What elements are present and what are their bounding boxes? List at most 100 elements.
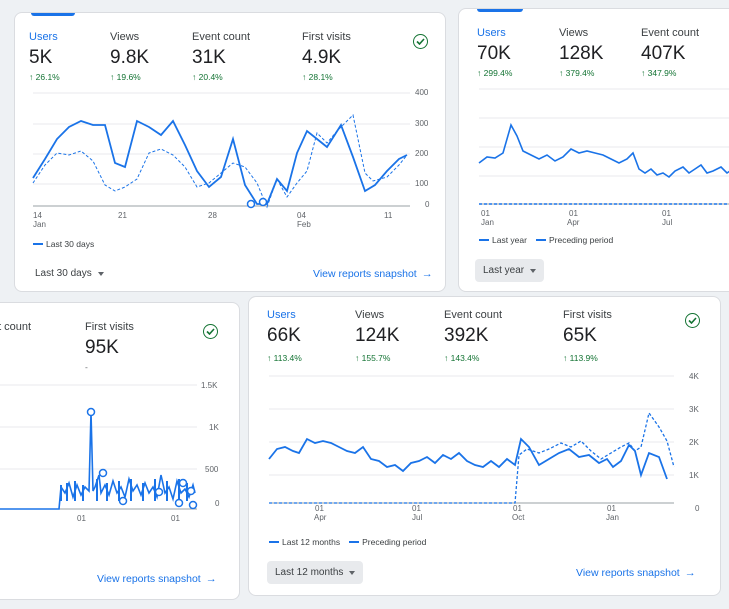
data-point-marker	[178, 478, 188, 488]
solid-line-swatch	[33, 243, 43, 245]
legend-item: Last 30 days	[33, 239, 94, 249]
metric-value: 66K	[267, 325, 301, 346]
metric-label: Event count	[641, 27, 700, 39]
metric-delta-value: 19.6%	[116, 72, 141, 82]
arrow-up-icon: ↑	[559, 68, 564, 78]
date-range-dropdown[interactable]: Last year	[475, 259, 545, 282]
y-tick-label: 1K	[689, 471, 699, 480]
metric-label: Users	[267, 309, 296, 321]
caret-down-icon	[97, 271, 104, 276]
x-tick-label: 01	[513, 504, 522, 513]
metric-label: First visits	[302, 31, 351, 43]
date-range-label: Last 30 days	[35, 268, 92, 279]
x-tick-label: Oct	[512, 513, 525, 522]
y-tick-label: 300	[415, 119, 429, 128]
card-overview-30-days: Users 5K ↑ 26.1% Views 9.8K ↑ 19.6% Even…	[14, 12, 446, 292]
data-point-marker	[174, 498, 184, 508]
y-tick-label: 0	[695, 504, 700, 513]
arrow-up-icon: ↑	[355, 353, 360, 363]
series-preceding-period	[269, 411, 675, 504]
check-circle-icon	[203, 324, 218, 339]
metric-value: 392K	[444, 325, 489, 346]
check-circle-icon	[685, 313, 700, 328]
x-tick-label: 21	[118, 211, 127, 220]
data-point-marker	[86, 407, 96, 417]
metric-delta: ↑ 113.4%	[267, 353, 302, 363]
metric-delta: ↑ 379.4%	[559, 68, 594, 78]
caret-down-icon	[349, 570, 356, 575]
data-point-marker	[118, 496, 128, 506]
data-point-marker	[258, 197, 268, 207]
card-overview-first-visits: Event count 0K First visits 95K - 1.5K 1…	[0, 302, 240, 600]
y-tick-label: 3K	[689, 405, 699, 414]
link-label: View reports snapshot	[313, 268, 417, 280]
x-tick-label: 01	[569, 209, 578, 218]
arrow-up-icon: ↑	[267, 353, 272, 363]
metric-delta: ↑ 347.9%	[641, 68, 676, 78]
arrow-up-icon: ↑	[302, 72, 307, 82]
metric-value: 4.9K	[302, 47, 342, 68]
metric-delta: ↑ 113.9%	[563, 353, 598, 363]
x-tick-label: 01	[171, 514, 180, 523]
y-tick-label: 2K	[689, 438, 699, 447]
metric-label: Views	[559, 27, 589, 39]
series-last-12-months	[268, 437, 668, 480]
metric-delta-value: 347.9%	[647, 68, 677, 78]
series-last-30-days	[32, 119, 408, 205]
date-range-dropdown[interactable]: Last 12 months	[267, 561, 364, 584]
link-label: View reports snapshot	[576, 567, 680, 579]
x-tick-label: 01	[315, 504, 324, 513]
view-reports-snapshot-link[interactable]: View reports snapshot →	[576, 567, 696, 579]
y-tick-label: 200	[415, 149, 429, 158]
data-point-marker	[246, 199, 256, 209]
legend: Last 12 months Preceding period	[269, 537, 426, 547]
view-reports-snapshot-link[interactable]: View reports snapshot →	[313, 268, 433, 280]
series-last-year	[478, 122, 729, 179]
y-tick-label: 0	[215, 499, 220, 508]
metric-label: Event count	[192, 31, 251, 43]
metric-delta-value: 299.4%	[483, 68, 513, 78]
legend: Last year Preceding period	[479, 235, 613, 245]
solid-line-swatch	[269, 541, 279, 543]
arrow-right-icon: →	[421, 268, 433, 280]
card-overview-last-year: Users 70K ↑ 299.4% Views 128K ↑ 379.4% E…	[458, 8, 729, 292]
legend-label: Preceding period	[362, 537, 427, 547]
x-tick-label: Jul	[662, 218, 672, 227]
metric-delta-value: 28.1%	[308, 72, 333, 82]
date-range-dropdown[interactable]: Last 30 days	[35, 268, 104, 279]
metric-value: 9.8K	[110, 47, 150, 68]
x-tick-label: 01	[77, 514, 86, 523]
metric-label: First visits	[85, 321, 134, 333]
arrow-up-icon: ↑	[641, 68, 646, 78]
trend-chart: 01 Jan 01 Apr 01 Jul	[478, 88, 729, 227]
metric-value: 124K	[355, 325, 400, 346]
arrow-right-icon: →	[205, 573, 217, 585]
legend-label: Last 12 months	[282, 537, 341, 547]
x-tick-label: 11	[384, 211, 393, 220]
y-tick-label: 100	[415, 179, 429, 188]
arrow-up-icon: ↑	[29, 72, 34, 82]
metric-delta-value: 113.4%	[273, 353, 302, 363]
x-tick-label: Jan	[606, 513, 619, 522]
chart-gridlines	[0, 384, 197, 470]
legend-label: Last 30 days	[46, 239, 95, 249]
metric-delta-value: 113.9%	[569, 353, 598, 363]
solid-line-swatch	[479, 239, 489, 241]
metric-value: 95K	[85, 337, 119, 358]
link-label: View reports snapshot	[97, 573, 201, 585]
x-tick-label: 01	[481, 209, 490, 218]
date-range-label: Last year	[483, 265, 525, 276]
view-reports-snapshot-link[interactable]: View reports snapshot →	[97, 573, 217, 585]
metric-value: 407K	[641, 43, 686, 64]
arrow-up-icon: ↑	[192, 72, 197, 82]
dashed-line-swatch	[535, 239, 546, 241]
chart-gridlines	[33, 92, 410, 185]
metric-value: 31K	[192, 47, 226, 68]
y-tick-label: 500	[205, 465, 219, 474]
chart-gridlines	[479, 88, 729, 177]
metric-delta: ↑ 20.4%	[192, 72, 223, 82]
y-tick-label: 4K	[689, 372, 699, 381]
data-point-marker	[98, 468, 108, 478]
date-range-label: Last 12 months	[275, 567, 344, 578]
y-tick-label: 1.5K	[201, 381, 218, 390]
